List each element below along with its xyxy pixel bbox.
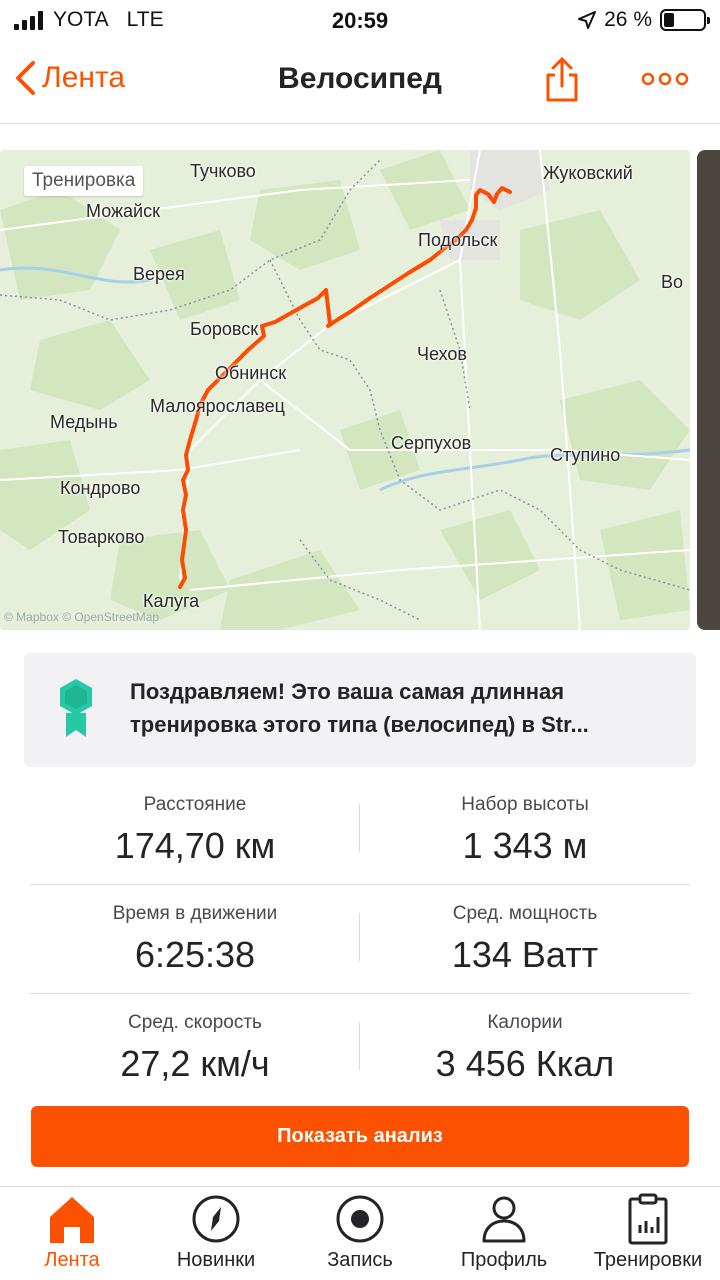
share-button[interactable] bbox=[540, 56, 584, 104]
map-label-chekhov: Чехов bbox=[417, 344, 467, 364]
achievement-line-1: Поздравляем! Это ваша самая длинная bbox=[130, 679, 565, 704]
share-icon bbox=[546, 57, 578, 102]
nav-bar: Лента Велосипед bbox=[0, 40, 720, 124]
map-label-mozhaysk: Можайск bbox=[86, 201, 160, 221]
map-label-vo: Во bbox=[661, 272, 684, 292]
map-label-vereya: Верея bbox=[133, 264, 185, 284]
more-icon bbox=[641, 72, 689, 86]
achievement-banner[interactable]: Поздравляем! Это ваша самая длинная трен… bbox=[24, 653, 696, 767]
stat-moving-time: Время в движении 6:25:38 bbox=[30, 885, 360, 976]
location-arrow-icon bbox=[578, 11, 597, 29]
tab-new[interactable]: Новинки bbox=[144, 1193, 288, 1272]
profile-icon bbox=[482, 1196, 526, 1243]
stat-distance: Расстояние 174,70 км bbox=[30, 776, 360, 867]
map-credit: © Mapbox © OpenStreetMap bbox=[4, 610, 160, 624]
route-map[interactable] bbox=[0, 150, 690, 630]
stat-label: Набор высоты bbox=[461, 794, 589, 815]
map-canvas bbox=[0, 150, 690, 630]
stats-grid: Расстояние 174,70 км Набор высоты 1 343 … bbox=[30, 776, 690, 1103]
map-label-tuchkovo: Тучково bbox=[190, 161, 256, 181]
map-label-serpukhov: Серпухов bbox=[391, 433, 472, 453]
map-label-kaluga: Калуга bbox=[143, 591, 200, 611]
stats-row: Время в движении 6:25:38 Сред. мощность … bbox=[30, 885, 690, 994]
map-label-tovarkovo: Товарково bbox=[58, 527, 145, 547]
stat-value: 134 Ватт bbox=[451, 934, 599, 975]
stat-elevation: Набор высоты 1 343 м bbox=[360, 776, 690, 867]
stat-calories: Калории 3 456 Ккал bbox=[360, 994, 690, 1085]
stat-label: Сред. мощность bbox=[452, 903, 598, 924]
stat-value: 3 456 Ккал bbox=[435, 1043, 615, 1084]
map-label-obninsk: Обнинск bbox=[215, 363, 287, 383]
battery-icon bbox=[660, 9, 710, 31]
stat-value: 6:25:38 bbox=[134, 934, 256, 975]
stat-value: 174,70 км bbox=[114, 825, 276, 866]
home-icon bbox=[50, 1197, 94, 1243]
stat-label: Расстояние bbox=[143, 794, 247, 815]
tab-profile[interactable]: Профиль bbox=[432, 1193, 576, 1272]
stats-row: Расстояние 174,70 км Набор высоты 1 343 … bbox=[30, 776, 690, 885]
tab-label: Тренировки bbox=[593, 1249, 703, 1271]
map-label-medyn: Медынь bbox=[50, 412, 118, 432]
tab-record[interactable]: Запись bbox=[288, 1193, 432, 1272]
map-label-kondrovo: Кондрово bbox=[60, 478, 141, 498]
map-label-maloyaroslavets: Малоярославец bbox=[150, 396, 285, 416]
stat-value: 1 343 м bbox=[462, 825, 588, 866]
map-label-podolsk: Подольск bbox=[418, 230, 498, 250]
tab-feed[interactable]: Лента bbox=[0, 1193, 144, 1272]
tab-label: Профиль bbox=[460, 1249, 548, 1271]
map-label-zhukovsky: Жуковский bbox=[543, 163, 633, 183]
stat-avg-power: Сред. мощность 134 Ватт bbox=[360, 885, 690, 976]
map-badge: Тренировка bbox=[24, 166, 144, 196]
next-photo-peek[interactable] bbox=[697, 150, 720, 630]
stats-row: Сред. скорость 27,2 км/ч Калории 3 456 К… bbox=[30, 994, 690, 1103]
status-right: 26 % bbox=[578, 8, 710, 32]
achievement-text: Поздравляем! Это ваша самая длинная трен… bbox=[130, 675, 680, 741]
clipboard-chart-icon bbox=[628, 1193, 668, 1245]
tab-label: Новинки bbox=[176, 1249, 256, 1271]
compass-icon bbox=[192, 1195, 240, 1243]
tab-label: Лента bbox=[44, 1249, 100, 1271]
tab-trainings[interactable]: Тренировки bbox=[576, 1193, 720, 1272]
stat-avg-speed: Сред. скорость 27,2 км/ч bbox=[30, 994, 360, 1085]
stat-label: Калории bbox=[487, 1012, 563, 1033]
stat-label: Время в движении bbox=[112, 903, 278, 924]
achievement-line-2: тренировка этого типа (велосипед) в Str.… bbox=[130, 712, 589, 737]
tab-label: Запись bbox=[327, 1249, 393, 1271]
stat-value: 27,2 км/ч bbox=[120, 1043, 270, 1084]
page-title: Велосипед bbox=[278, 62, 442, 95]
show-analysis-button[interactable]: Показать анализ bbox=[31, 1106, 689, 1167]
stat-label: Сред. скорость bbox=[128, 1012, 262, 1033]
more-button[interactable] bbox=[640, 62, 690, 96]
map-label-borovsk: Боровск bbox=[190, 319, 259, 339]
battery-percent: 26 % bbox=[604, 8, 652, 31]
status-bar: YOTA LTE 20:59 26 % bbox=[0, 0, 720, 40]
map-label-stupino: Ступино bbox=[550, 445, 621, 465]
tab-bar: Лента Новинки Запись Профиль Тренировки bbox=[0, 1186, 720, 1280]
record-icon bbox=[336, 1195, 384, 1243]
achievement-badge-icon bbox=[58, 677, 94, 744]
